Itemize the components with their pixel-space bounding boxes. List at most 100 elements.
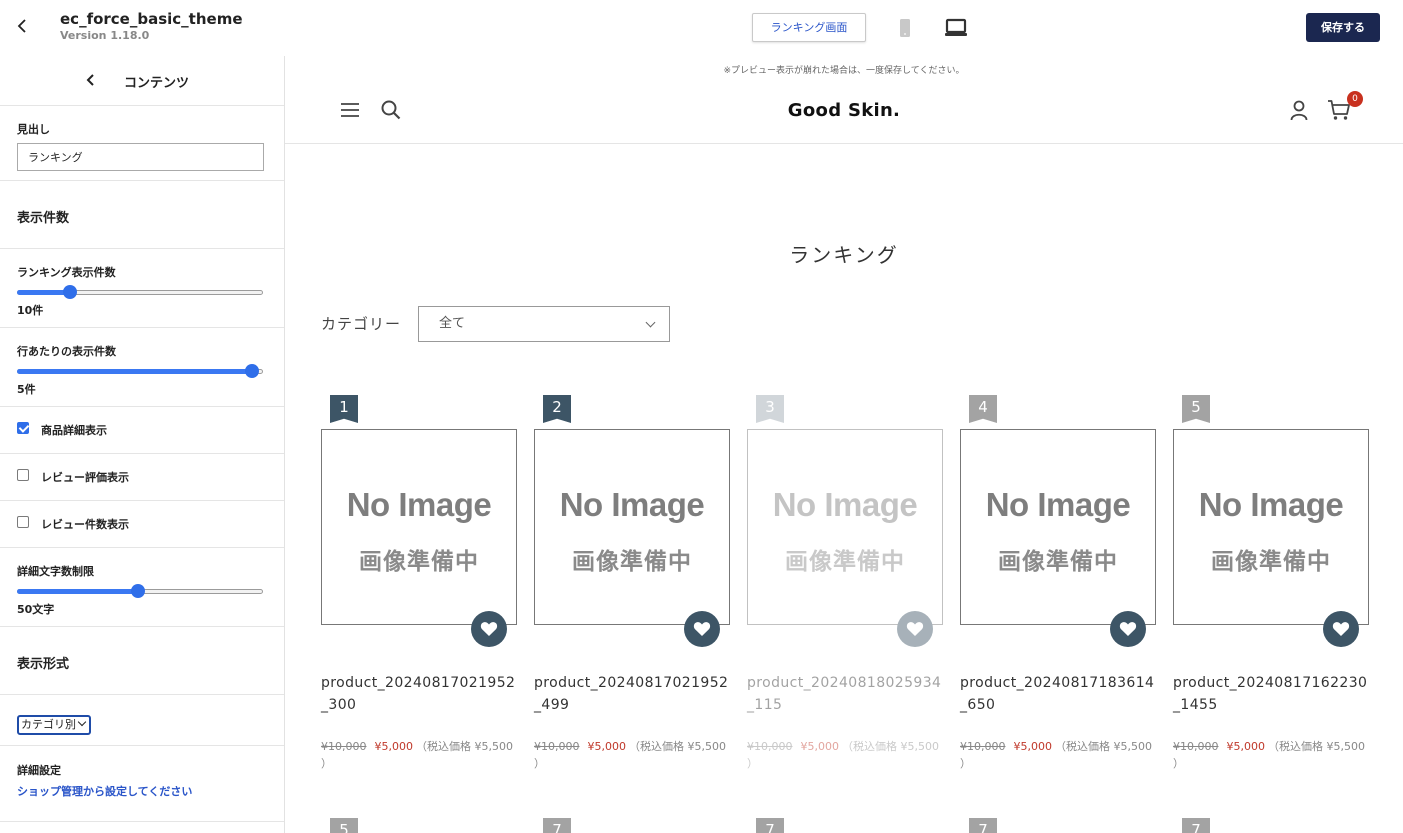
rank-badge: 2 (543, 395, 571, 423)
theme-title: ec_force_basic_theme (60, 10, 243, 28)
rank-badge: 5 (1182, 395, 1210, 423)
no-image-text: No Image (772, 486, 918, 523)
product-name[interactable]: product_20240817162230_1455 (1173, 672, 1369, 716)
rank-badge: 4 (969, 395, 997, 423)
product-image[interactable]: No Image 画像準備中 (534, 429, 730, 625)
slider-thumb[interactable] (131, 584, 145, 598)
rank-badge: 7 (756, 818, 784, 833)
mobile-preview-icon[interactable] (896, 17, 914, 39)
format-section-title: 表示形式 (17, 657, 70, 672)
sidebar-back-icon[interactable] (84, 71, 98, 89)
favorite-heart-icon[interactable] (897, 611, 933, 647)
heading-input[interactable] (17, 143, 264, 171)
sidebar-header: コンテンツ (0, 56, 284, 106)
detail-limit-slider[interactable] (17, 584, 263, 598)
product-card[interactable]: 1 No Image 画像準備中 product_20240817021952_300… (321, 395, 517, 785)
favorite-heart-icon[interactable] (471, 611, 507, 647)
detail-limit-value: 50文字 (17, 603, 55, 616)
favorite-heart-icon[interactable] (684, 611, 720, 647)
no-image-subtext: 画像準備中 (572, 549, 692, 575)
ranking-count-slider[interactable] (17, 285, 263, 299)
site-logo[interactable]: Good Skin. (285, 100, 1403, 121)
shop-admin-link[interactable]: ショップ管理から設定してください (17, 783, 284, 799)
detail-limit-label: 詳細文字数制限 (17, 565, 94, 578)
product-image[interactable]: No Image 画像準備中 (1173, 429, 1369, 625)
review-count-toggle[interactable]: レビュー件数表示 (0, 501, 284, 548)
per-row-slider[interactable] (17, 364, 263, 378)
favorite-heart-icon[interactable] (1110, 611, 1146, 647)
format-select-value: カテゴリ別 (21, 718, 76, 731)
product-card[interactable]: 5 No Image 画像準備中 product_20240817162230_145… (1173, 395, 1369, 785)
format-section: 表示形式 (0, 627, 284, 695)
save-button[interactable]: 保存する (1306, 13, 1380, 42)
product-name[interactable]: product_20240817021952_499 (534, 672, 730, 716)
back-arrow-icon[interactable] (12, 15, 34, 37)
review-rating-label: レビュー評価表示 (41, 471, 129, 484)
chevron-down-icon (645, 317, 656, 328)
rank-badge: 7 (1182, 818, 1210, 833)
per-row-setting: 行あたりの表示件数 5件 (0, 328, 284, 407)
product-name[interactable]: product_20240818025934_115 (747, 672, 943, 716)
list-price: ¥10,000 (747, 740, 793, 753)
product-detail-label: 商品詳細表示 (41, 424, 107, 437)
product-image[interactable]: No Image 画像準備中 (747, 429, 943, 625)
product-card[interactable]: 4 No Image 画像準備中 product_20240817183614_650… (960, 395, 1156, 785)
product-detail-checkbox[interactable] (17, 422, 29, 434)
review-count-label: レビュー件数表示 (41, 518, 129, 531)
review-count-checkbox[interactable] (17, 516, 29, 528)
ranking-count-label: ランキング表示件数 (17, 266, 116, 279)
format-select[interactable]: カテゴリ別 (17, 715, 91, 735)
advanced-setting: 詳細設定 ショップ管理から設定してください (0, 746, 284, 822)
product-price: ¥10,000 ¥5,000 （税込価格 ¥5,500 ） (1173, 738, 1369, 772)
sale-price: ¥5,000 (1013, 740, 1053, 753)
slider-thumb[interactable] (62, 285, 77, 299)
product-price: ¥10,000 ¥5,000 （税込価格 ¥5,500 ） (747, 738, 943, 772)
category-select-value: 全て (439, 316, 466, 331)
product-card[interactable]: 3 No Image 画像準備中 product_20240818025934_115… (747, 395, 943, 785)
ranking-count-value: 10件 (17, 304, 44, 317)
product-image[interactable]: No Image 画像準備中 (321, 429, 517, 625)
per-row-value: 5件 (17, 383, 36, 396)
no-image-text: No Image (1198, 486, 1344, 523)
no-image-subtext: 画像準備中 (785, 549, 905, 575)
per-row-label: 行あたりの表示件数 (17, 345, 116, 358)
page-select-button[interactable]: ランキング画面 (752, 13, 866, 42)
theme-version: Version 1.18.0 (60, 29, 150, 42)
ranking-title: ランキング (789, 243, 899, 267)
category-select[interactable]: 全て (418, 306, 670, 342)
sale-price: ¥5,000 (587, 740, 627, 753)
product-price: ¥10,000 ¥5,000 （税込価格 ¥5,500 ） (321, 738, 517, 772)
list-price: ¥10,000 (321, 740, 367, 753)
top-bar: ec_force_basic_theme Version 1.18.0 ランキン… (0, 0, 1403, 56)
slider-thumb[interactable] (245, 364, 259, 378)
preview-note: ※プレビュー表示が崩れた場合は、一度保存してください。 (723, 66, 965, 76)
account-icon[interactable] (1288, 99, 1310, 125)
no-image-text: No Image (346, 486, 492, 523)
product-price: ¥10,000 ¥5,000 （税込価格 ¥5,500 ） (534, 738, 730, 772)
heading-section: 見出し (0, 106, 284, 181)
rank-badge: 3 (756, 395, 784, 423)
no-image-subtext: 画像準備中 (998, 549, 1118, 575)
review-rating-checkbox[interactable] (17, 469, 29, 481)
category-label: カテゴリー (321, 315, 402, 333)
desktop-preview-icon[interactable] (944, 17, 968, 39)
no-image-text: No Image (559, 486, 705, 523)
no-image-text: No Image (985, 486, 1131, 523)
favorite-heart-icon[interactable] (1323, 611, 1359, 647)
product-card[interactable]: 2 No Image 画像準備中 product_20240817021952_499… (534, 395, 730, 785)
product-name[interactable]: product_20240817183614_650 (960, 672, 1156, 716)
detail-limit-setting: 詳細文字数制限 50文字 (0, 548, 284, 627)
list-price: ¥10,000 (1173, 740, 1219, 753)
review-rating-toggle[interactable]: レビュー評価表示 (0, 454, 284, 501)
slider-fill (17, 589, 138, 594)
no-image-subtext: 画像準備中 (1211, 549, 1331, 575)
product-detail-toggle[interactable]: 商品詳細表示 (0, 407, 284, 454)
slider-fill (17, 290, 70, 295)
product-image[interactable]: No Image 画像準備中 (960, 429, 1156, 625)
product-name[interactable]: product_20240817021952_300 (321, 672, 517, 716)
sale-price: ¥5,000 (1226, 740, 1266, 753)
rank-badge: 7 (543, 818, 571, 833)
theme-preview: ※プレビュー表示が崩れた場合は、一度保存してください。 Good Skin. 0… (285, 56, 1403, 833)
count-section: 表示件数 (0, 181, 284, 249)
site-header: Good Skin. 0 (285, 90, 1403, 144)
